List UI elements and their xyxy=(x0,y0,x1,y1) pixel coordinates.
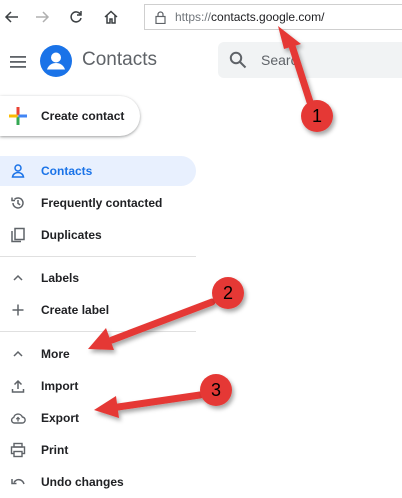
annotation-number-1: 1 xyxy=(312,106,322,126)
nav-item-create-label[interactable]: Create label xyxy=(0,295,196,325)
nav-item-print[interactable]: Print xyxy=(0,435,196,465)
search-icon xyxy=(229,51,247,74)
url-text: https://contacts.google.com/ xyxy=(175,10,324,24)
nav-label-create-label: Create label xyxy=(41,303,110,317)
forward-icon[interactable] xyxy=(32,7,52,27)
back-icon[interactable] xyxy=(2,7,22,27)
lock-icon xyxy=(155,11,166,29)
nav-label-labels: Labels xyxy=(41,271,80,285)
main-menu-icon[interactable] xyxy=(10,55,26,73)
nav-label-undo-changes: Undo changes xyxy=(41,475,124,489)
cloud-upload-icon xyxy=(10,410,26,426)
nav-label-export: Export xyxy=(41,411,80,425)
annotation-badge-1: 1 xyxy=(301,100,333,132)
printer-icon xyxy=(10,442,26,458)
nav-item-contacts[interactable]: Contacts xyxy=(0,156,196,186)
nav-label-more: More xyxy=(41,347,70,361)
upload-icon xyxy=(10,378,26,394)
nav-label-duplicates: Duplicates xyxy=(41,228,102,242)
annotation-badge-2: 2 xyxy=(212,277,244,309)
annotation-number-2: 2 xyxy=(223,283,233,303)
nav-label-print: Print xyxy=(41,443,69,457)
nav-item-more[interactable]: More xyxy=(0,339,196,369)
address-bar[interactable]: https://contacts.google.com/ xyxy=(144,4,402,30)
url-protocol: https:// xyxy=(175,10,212,24)
refresh-icon[interactable] xyxy=(66,7,86,27)
home-icon[interactable] xyxy=(101,7,121,27)
duplicates-icon xyxy=(10,227,26,243)
nav-divider xyxy=(0,331,196,332)
search-input[interactable]: Searc xyxy=(261,52,298,68)
undo-icon xyxy=(10,474,26,490)
person-icon xyxy=(10,163,26,179)
plus-icon xyxy=(8,106,28,131)
browser-toolbar: https://contacts.google.com/ xyxy=(0,0,402,34)
nav-item-export[interactable]: Export xyxy=(0,403,196,433)
app-title: Contacts xyxy=(82,49,157,70)
chevron-up-icon xyxy=(10,346,26,362)
add-icon xyxy=(10,302,26,318)
create-contact-button[interactable]: Create contact xyxy=(0,96,140,136)
nav-item-frequently-contacted[interactable]: Frequently contacted xyxy=(0,188,196,218)
annotation-number-3: 3 xyxy=(211,380,221,400)
nav-item-undo-changes[interactable]: Undo changes xyxy=(0,467,196,497)
search-field[interactable]: Searc xyxy=(218,42,402,78)
nav-label-frequently-contacted: Frequently contacted xyxy=(41,196,163,210)
nav-divider xyxy=(0,256,196,257)
chevron-up-icon xyxy=(10,270,26,286)
nav-item-import[interactable]: Import xyxy=(0,371,196,401)
annotation-badge-3: 3 xyxy=(200,374,232,406)
nav-label-contacts: Contacts xyxy=(41,164,93,178)
create-contact-label: Create contact xyxy=(41,109,125,123)
nav-label-import: Import xyxy=(41,379,79,393)
url-host: contacts.google.com/ xyxy=(211,10,325,24)
nav-item-labels[interactable]: Labels xyxy=(0,263,196,293)
nav-item-duplicates[interactable]: Duplicates xyxy=(0,220,196,250)
history-icon xyxy=(10,195,26,211)
contacts-logo-icon xyxy=(40,45,72,77)
